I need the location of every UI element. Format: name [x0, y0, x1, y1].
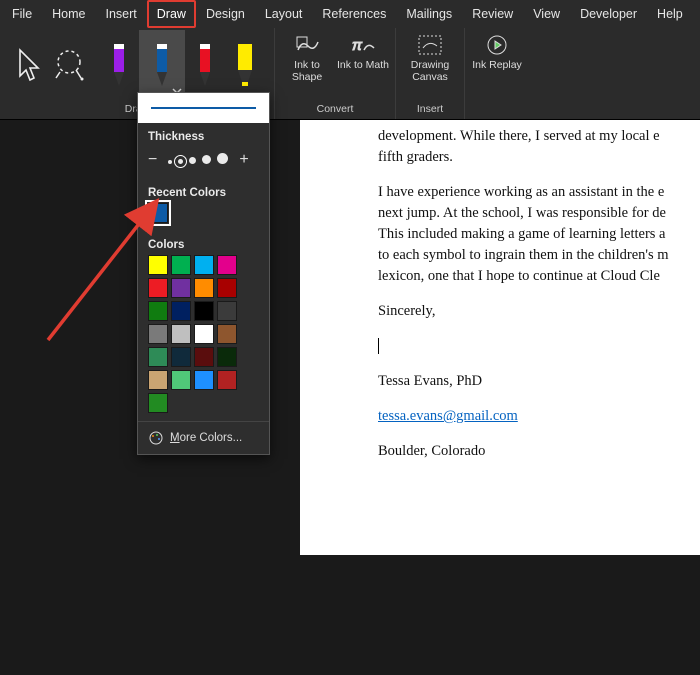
- canvas-icon: [417, 34, 443, 56]
- group-convert: Ink to Shape π Ink to Math Convert: [275, 28, 396, 119]
- thickness-option[interactable]: [189, 157, 196, 164]
- select-tool[interactable]: [9, 30, 49, 100]
- color-swatch[interactable]: [217, 324, 237, 344]
- color-swatch[interactable]: [148, 255, 168, 275]
- tab-help[interactable]: Help: [647, 0, 693, 28]
- pen-icon: [152, 42, 172, 88]
- thickness-option[interactable]: [168, 160, 172, 164]
- thickness-option[interactable]: [202, 155, 211, 164]
- color-swatch[interactable]: [148, 301, 168, 321]
- color-swatch[interactable]: [171, 347, 191, 367]
- color-swatch[interactable]: [171, 324, 191, 344]
- lasso-tool[interactable]: [49, 30, 89, 100]
- document-page[interactable]: development. While there, I served at my…: [300, 120, 700, 555]
- color-swatch[interactable]: [194, 255, 214, 275]
- lasso-icon: [54, 48, 84, 82]
- tab-mailings[interactable]: Mailings: [396, 0, 462, 28]
- group-insert: Drawing Canvas Insert: [396, 28, 465, 119]
- pen-preview: [138, 93, 269, 123]
- closing: Sincerely,: [378, 301, 700, 322]
- thickness-header: Thickness: [138, 123, 269, 147]
- ink-to-math-icon: π: [350, 34, 376, 56]
- pen-icon: [195, 42, 215, 88]
- color-swatch[interactable]: [148, 393, 168, 413]
- color-swatch[interactable]: [194, 301, 214, 321]
- color-swatch[interactable]: [148, 370, 168, 390]
- tab-design[interactable]: Design: [196, 0, 255, 28]
- highlighter-yellow[interactable]: [225, 30, 265, 100]
- recent-colors-grid: [138, 203, 269, 231]
- color-swatch[interactable]: [148, 347, 168, 367]
- ink-to-math-button[interactable]: π Ink to Math: [335, 30, 391, 100]
- color-swatch[interactable]: [217, 301, 237, 321]
- thickness-options: − +: [138, 147, 269, 179]
- recent-header: Recent Colors: [138, 179, 269, 203]
- tab-insert[interactable]: Insert: [96, 0, 147, 28]
- color-swatch[interactable]: [217, 255, 237, 275]
- thickness-plus[interactable]: +: [239, 151, 248, 169]
- palette-icon: [148, 430, 164, 446]
- ink-to-shape-icon: [294, 34, 320, 56]
- pen-red[interactable]: [185, 30, 225, 100]
- ribbon-toolbar: Draw Ink to Shape π Ink to Math Convert …: [0, 28, 700, 120]
- pen-icon: [109, 42, 129, 88]
- group-replay: Ink Replay: [465, 28, 529, 119]
- pen-dropdown: Thickness − + Recent Colors Colors More …: [137, 92, 270, 455]
- color-swatch[interactable]: [171, 278, 191, 298]
- ink-replay-button[interactable]: Ink Replay: [469, 30, 525, 100]
- color-swatch[interactable]: [194, 324, 214, 344]
- color-swatch[interactable]: [148, 203, 168, 223]
- svg-text:π: π: [352, 37, 363, 54]
- tab-layout[interactable]: Layout: [255, 0, 313, 28]
- pen-purple[interactable]: [99, 30, 139, 100]
- document-body: development. While there, I served at my…: [378, 126, 700, 462]
- tab-developer[interactable]: Developer: [570, 0, 647, 28]
- drawing-canvas-button[interactable]: Drawing Canvas: [400, 30, 460, 100]
- color-swatch[interactable]: [171, 370, 191, 390]
- color-swatch[interactable]: [194, 278, 214, 298]
- color-swatch[interactable]: [148, 324, 168, 344]
- text-cursor: [378, 338, 379, 354]
- color-swatch[interactable]: [171, 301, 191, 321]
- tab-file[interactable]: File: [2, 0, 42, 28]
- ribbon-tabs: File Home Insert Draw Design Layout Refe…: [0, 0, 700, 28]
- more-colors-button[interactable]: More Colors...: [138, 421, 269, 454]
- tab-review[interactable]: Review: [462, 0, 523, 28]
- color-swatch[interactable]: [217, 347, 237, 367]
- thickness-option[interactable]: [178, 159, 183, 164]
- tab-draw[interactable]: Draw: [147, 0, 196, 28]
- colors-grid: [138, 255, 269, 421]
- tab-view[interactable]: View: [523, 0, 570, 28]
- colors-header: Colors: [138, 231, 269, 255]
- color-swatch[interactable]: [217, 278, 237, 298]
- signature-location: Boulder, Colorado: [378, 441, 700, 462]
- cursor-icon: [16, 48, 42, 82]
- thickness-minus[interactable]: −: [148, 151, 157, 169]
- color-swatch[interactable]: [194, 370, 214, 390]
- highlighter-icon: [234, 42, 256, 88]
- email-link[interactable]: tessa.evans@gmail.com: [378, 408, 518, 424]
- signature-name: Tessa Evans, PhD: [378, 371, 700, 392]
- group-label-convert: Convert: [279, 103, 391, 119]
- preview-stroke: [151, 107, 256, 109]
- replay-icon: [484, 34, 510, 56]
- ink-to-shape-button[interactable]: Ink to Shape: [279, 30, 335, 100]
- tab-home[interactable]: Home: [42, 0, 95, 28]
- color-swatch[interactable]: [148, 278, 168, 298]
- color-swatch[interactable]: [171, 255, 191, 275]
- color-swatch[interactable]: [194, 347, 214, 367]
- group-label-insert: Insert: [400, 103, 460, 119]
- color-swatch[interactable]: [217, 370, 237, 390]
- thickness-option[interactable]: [217, 153, 228, 164]
- pen-blue-selected[interactable]: [139, 30, 185, 100]
- tab-references[interactable]: References: [312, 0, 396, 28]
